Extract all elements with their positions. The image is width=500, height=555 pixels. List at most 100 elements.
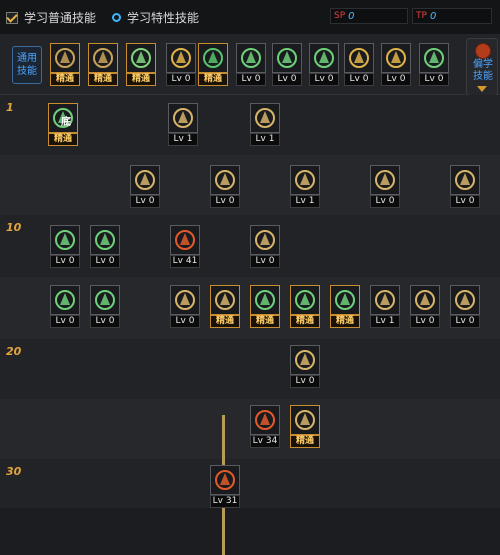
skill-slot[interactable]: 底精通 <box>48 103 78 147</box>
skill-icon[interactable] <box>198 43 228 73</box>
skill-level-badge: Lv 0 <box>272 73 302 86</box>
skill-icon[interactable] <box>290 405 320 435</box>
skill-slot[interactable]: 精通 <box>290 405 320 449</box>
skill-icon[interactable] <box>330 285 360 315</box>
skill-level-badge: Lv 0 <box>410 315 440 328</box>
skill-level-badge: Lv 0 <box>450 195 480 208</box>
skill-slot[interactable]: Lv 0 <box>381 43 411 87</box>
special-skills-label: 偏学技能 <box>473 59 493 82</box>
skill-icon[interactable] <box>50 285 80 315</box>
skill-icon[interactable] <box>130 165 160 195</box>
skill-slot[interactable]: Lv 0 <box>90 225 120 269</box>
skill-level-badge: Lv 1 <box>370 315 400 328</box>
radio-icon[interactable] <box>112 13 121 22</box>
level-band: 30 <box>0 459 500 508</box>
skill-icon[interactable] <box>370 165 400 195</box>
skill-level-badge: Lv 0 <box>50 255 80 268</box>
skill-icon[interactable] <box>290 285 320 315</box>
skill-slot[interactable]: Lv 0 <box>210 165 240 209</box>
skill-icon[interactable] <box>170 225 200 255</box>
skill-icon[interactable] <box>166 43 196 73</box>
learn-special-option[interactable]: 学习特性技能 <box>112 9 199 26</box>
skill-icon[interactable] <box>50 43 80 73</box>
skill-slot[interactable]: Lv 1 <box>290 165 320 209</box>
skill-icon[interactable] <box>290 345 320 375</box>
skill-slot[interactable]: 精通 <box>88 43 118 87</box>
skill-tree: 1 10 20 30 底精通 Lv 1 Lv 1 Lv 0 Lv 0 Lv 1 Lv 0 Lv… <box>0 95 500 555</box>
skill-icon[interactable] <box>50 225 80 255</box>
chevron-down-icon[interactable] <box>477 86 487 92</box>
skill-level-badge: Lv 0 <box>419 73 449 86</box>
skill-icon[interactable] <box>250 225 280 255</box>
skill-icon[interactable] <box>370 285 400 315</box>
skill-slot[interactable]: 精通 <box>330 285 360 329</box>
tp-counter: TP 0 <box>412 8 492 24</box>
skill-slot[interactable]: 精通 <box>198 43 228 87</box>
skill-level-badge: Lv 0 <box>370 195 400 208</box>
skill-slot[interactable]: Lv 41 <box>170 225 200 269</box>
skill-icon[interactable] <box>250 285 280 315</box>
skill-slot[interactable]: Lv 0 <box>290 345 320 389</box>
skill-slot[interactable]: 精通 <box>126 43 156 87</box>
skill-slot[interactable]: Lv 0 <box>50 285 80 329</box>
skill-icon[interactable] <box>90 225 120 255</box>
special-skills-tab[interactable]: 偏学技能 <box>466 38 498 96</box>
skill-icon[interactable] <box>290 165 320 195</box>
skill-level-badge: Lv 41 <box>170 255 200 268</box>
skill-slot[interactable]: Lv 1 <box>168 103 198 147</box>
skill-slot[interactable]: Lv 0 <box>130 165 160 209</box>
skill-slot[interactable]: Lv 1 <box>250 103 280 147</box>
skill-icon[interactable] <box>90 285 120 315</box>
skill-icon[interactable] <box>410 285 440 315</box>
skill-slot[interactable]: Lv 0 <box>272 43 302 87</box>
tp-label: TP <box>416 11 427 21</box>
skill-icon[interactable] <box>381 43 411 73</box>
skill-slot[interactable]: 精通 <box>250 285 280 329</box>
skill-slot[interactable]: Lv 0 <box>250 225 280 269</box>
skill-level-badge: Lv 34 <box>250 435 280 448</box>
level-band <box>0 155 500 215</box>
skill-icon[interactable]: 底 <box>48 103 78 133</box>
skill-slot[interactable]: Lv 0 <box>166 43 196 87</box>
skill-icon[interactable] <box>250 103 280 133</box>
skill-slot[interactable]: Lv 34 <box>250 405 280 449</box>
skill-slot[interactable]: Lv 1 <box>370 285 400 329</box>
skill-level-badge: Lv 0 <box>130 195 160 208</box>
skill-slot[interactable]: Lv 0 <box>170 285 200 329</box>
skill-icon[interactable] <box>309 43 339 73</box>
skill-icon[interactable] <box>450 165 480 195</box>
skill-level-badge: Lv 1 <box>250 133 280 146</box>
skill-icon[interactable] <box>170 285 200 315</box>
skill-slot[interactable]: Lv 0 <box>50 225 80 269</box>
skill-slot[interactable]: 精通 <box>290 285 320 329</box>
skill-icon[interactable] <box>236 43 266 73</box>
skill-slot[interactable]: Lv 31 <box>210 465 240 509</box>
skill-icon[interactable] <box>126 43 156 73</box>
checkbox-icon[interactable] <box>6 11 18 24</box>
skill-icon[interactable] <box>210 285 240 315</box>
skill-icon[interactable] <box>168 103 198 133</box>
skill-slot[interactable]: Lv 0 <box>450 165 480 209</box>
skill-slot[interactable]: Lv 0 <box>419 43 449 87</box>
skill-icon[interactable] <box>344 43 374 73</box>
skill-slot[interactable]: Lv 0 <box>344 43 374 87</box>
skill-slot[interactable]: Lv 0 <box>236 43 266 87</box>
skill-slot[interactable]: Lv 0 <box>370 165 400 209</box>
skill-icon[interactable] <box>210 465 240 495</box>
learn-normal-option[interactable]: 学习普通技能 <box>6 9 96 26</box>
skill-icon[interactable] <box>272 43 302 73</box>
skill-icon[interactable] <box>419 43 449 73</box>
skill-icon[interactable] <box>450 285 480 315</box>
skill-level-badge: 精通 <box>250 315 280 328</box>
skill-level-badge: 精通 <box>126 73 156 86</box>
skill-slot[interactable]: Lv 0 <box>309 43 339 87</box>
skill-level-badge: Lv 0 <box>250 255 280 268</box>
skill-slot[interactable]: Lv 0 <box>450 285 480 329</box>
skill-slot[interactable]: 精通 <box>210 285 240 329</box>
skill-slot[interactable]: Lv 0 <box>410 285 440 329</box>
skill-slot[interactable]: 精通 <box>50 43 80 87</box>
skill-icon[interactable] <box>250 405 280 435</box>
skill-icon[interactable] <box>88 43 118 73</box>
skill-icon[interactable] <box>210 165 240 195</box>
skill-slot[interactable]: Lv 0 <box>90 285 120 329</box>
